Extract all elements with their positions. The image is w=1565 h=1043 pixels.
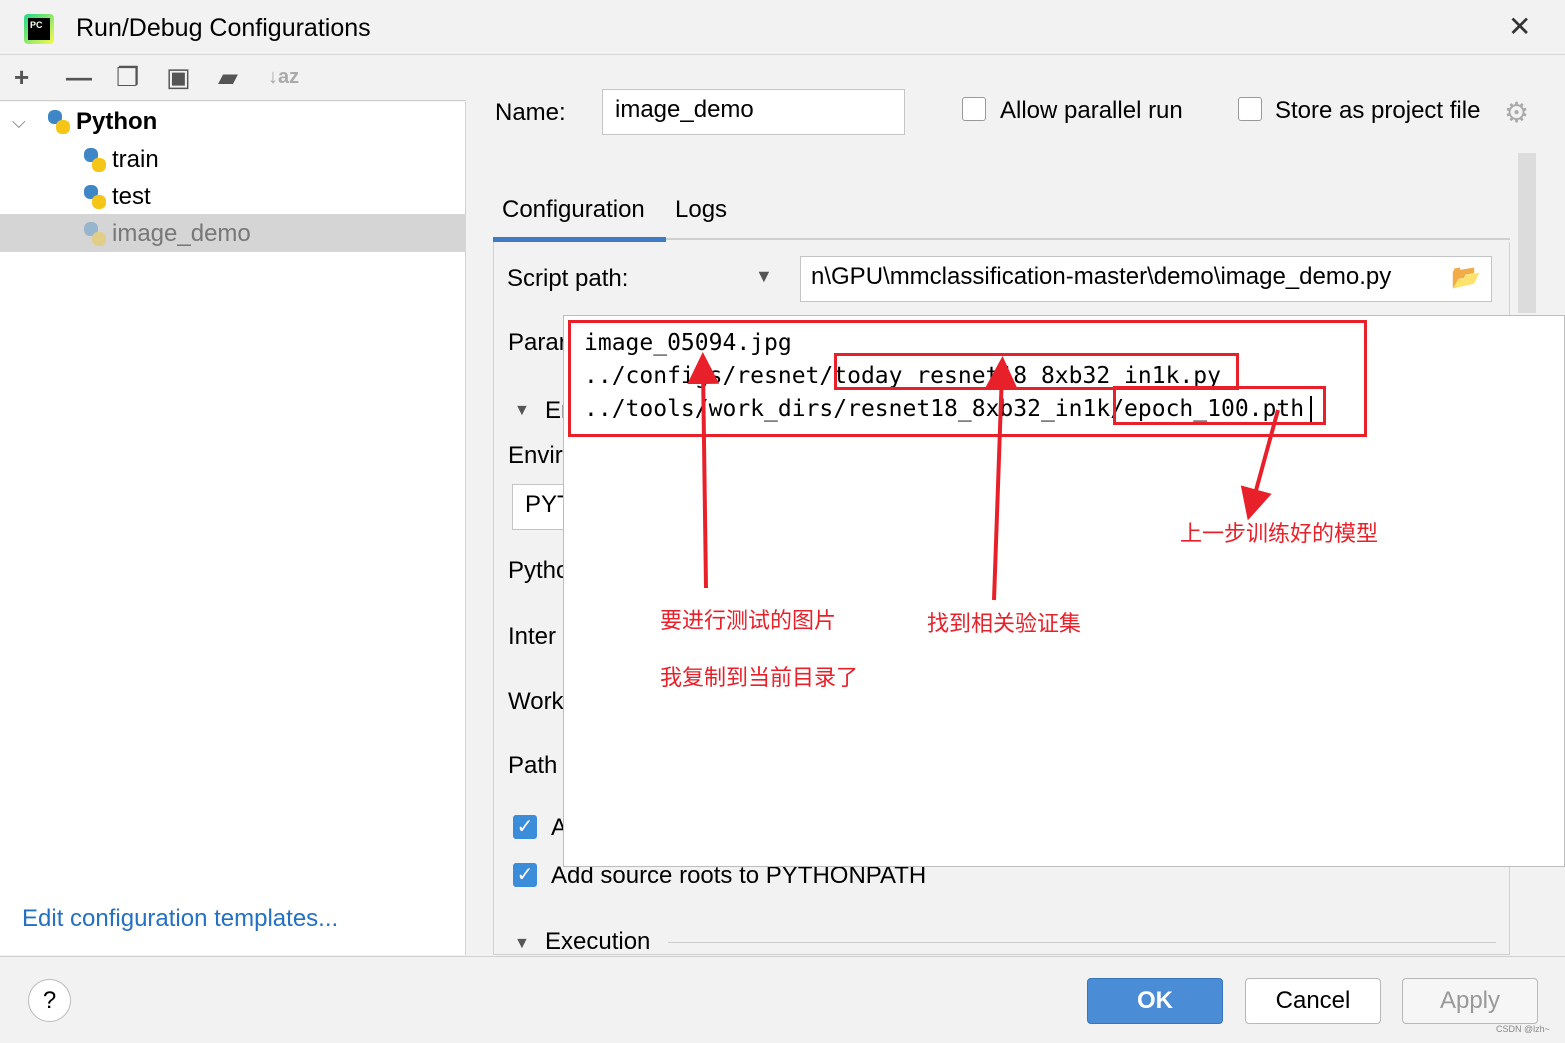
help-button[interactable]: ?	[28, 979, 71, 1022]
annotation-text: 我复制到当前目录了	[660, 665, 859, 690]
watermark: CSDN @lzh~	[1496, 1024, 1550, 1034]
annotation-text: 要进行测试的图片	[660, 608, 837, 633]
annotation-text: 找到相关验证集	[927, 611, 1082, 636]
arrow-to-image	[687, 352, 720, 589]
apply-button[interactable]: Apply	[1402, 978, 1538, 1024]
arrow-to-model	[1240, 409, 1280, 521]
arrow-to-config	[985, 356, 1018, 601]
ok-button[interactable]: OK	[1087, 978, 1223, 1024]
cancel-button[interactable]: Cancel	[1245, 978, 1381, 1024]
annotation-text: 上一步训练好的模型	[1180, 521, 1379, 546]
